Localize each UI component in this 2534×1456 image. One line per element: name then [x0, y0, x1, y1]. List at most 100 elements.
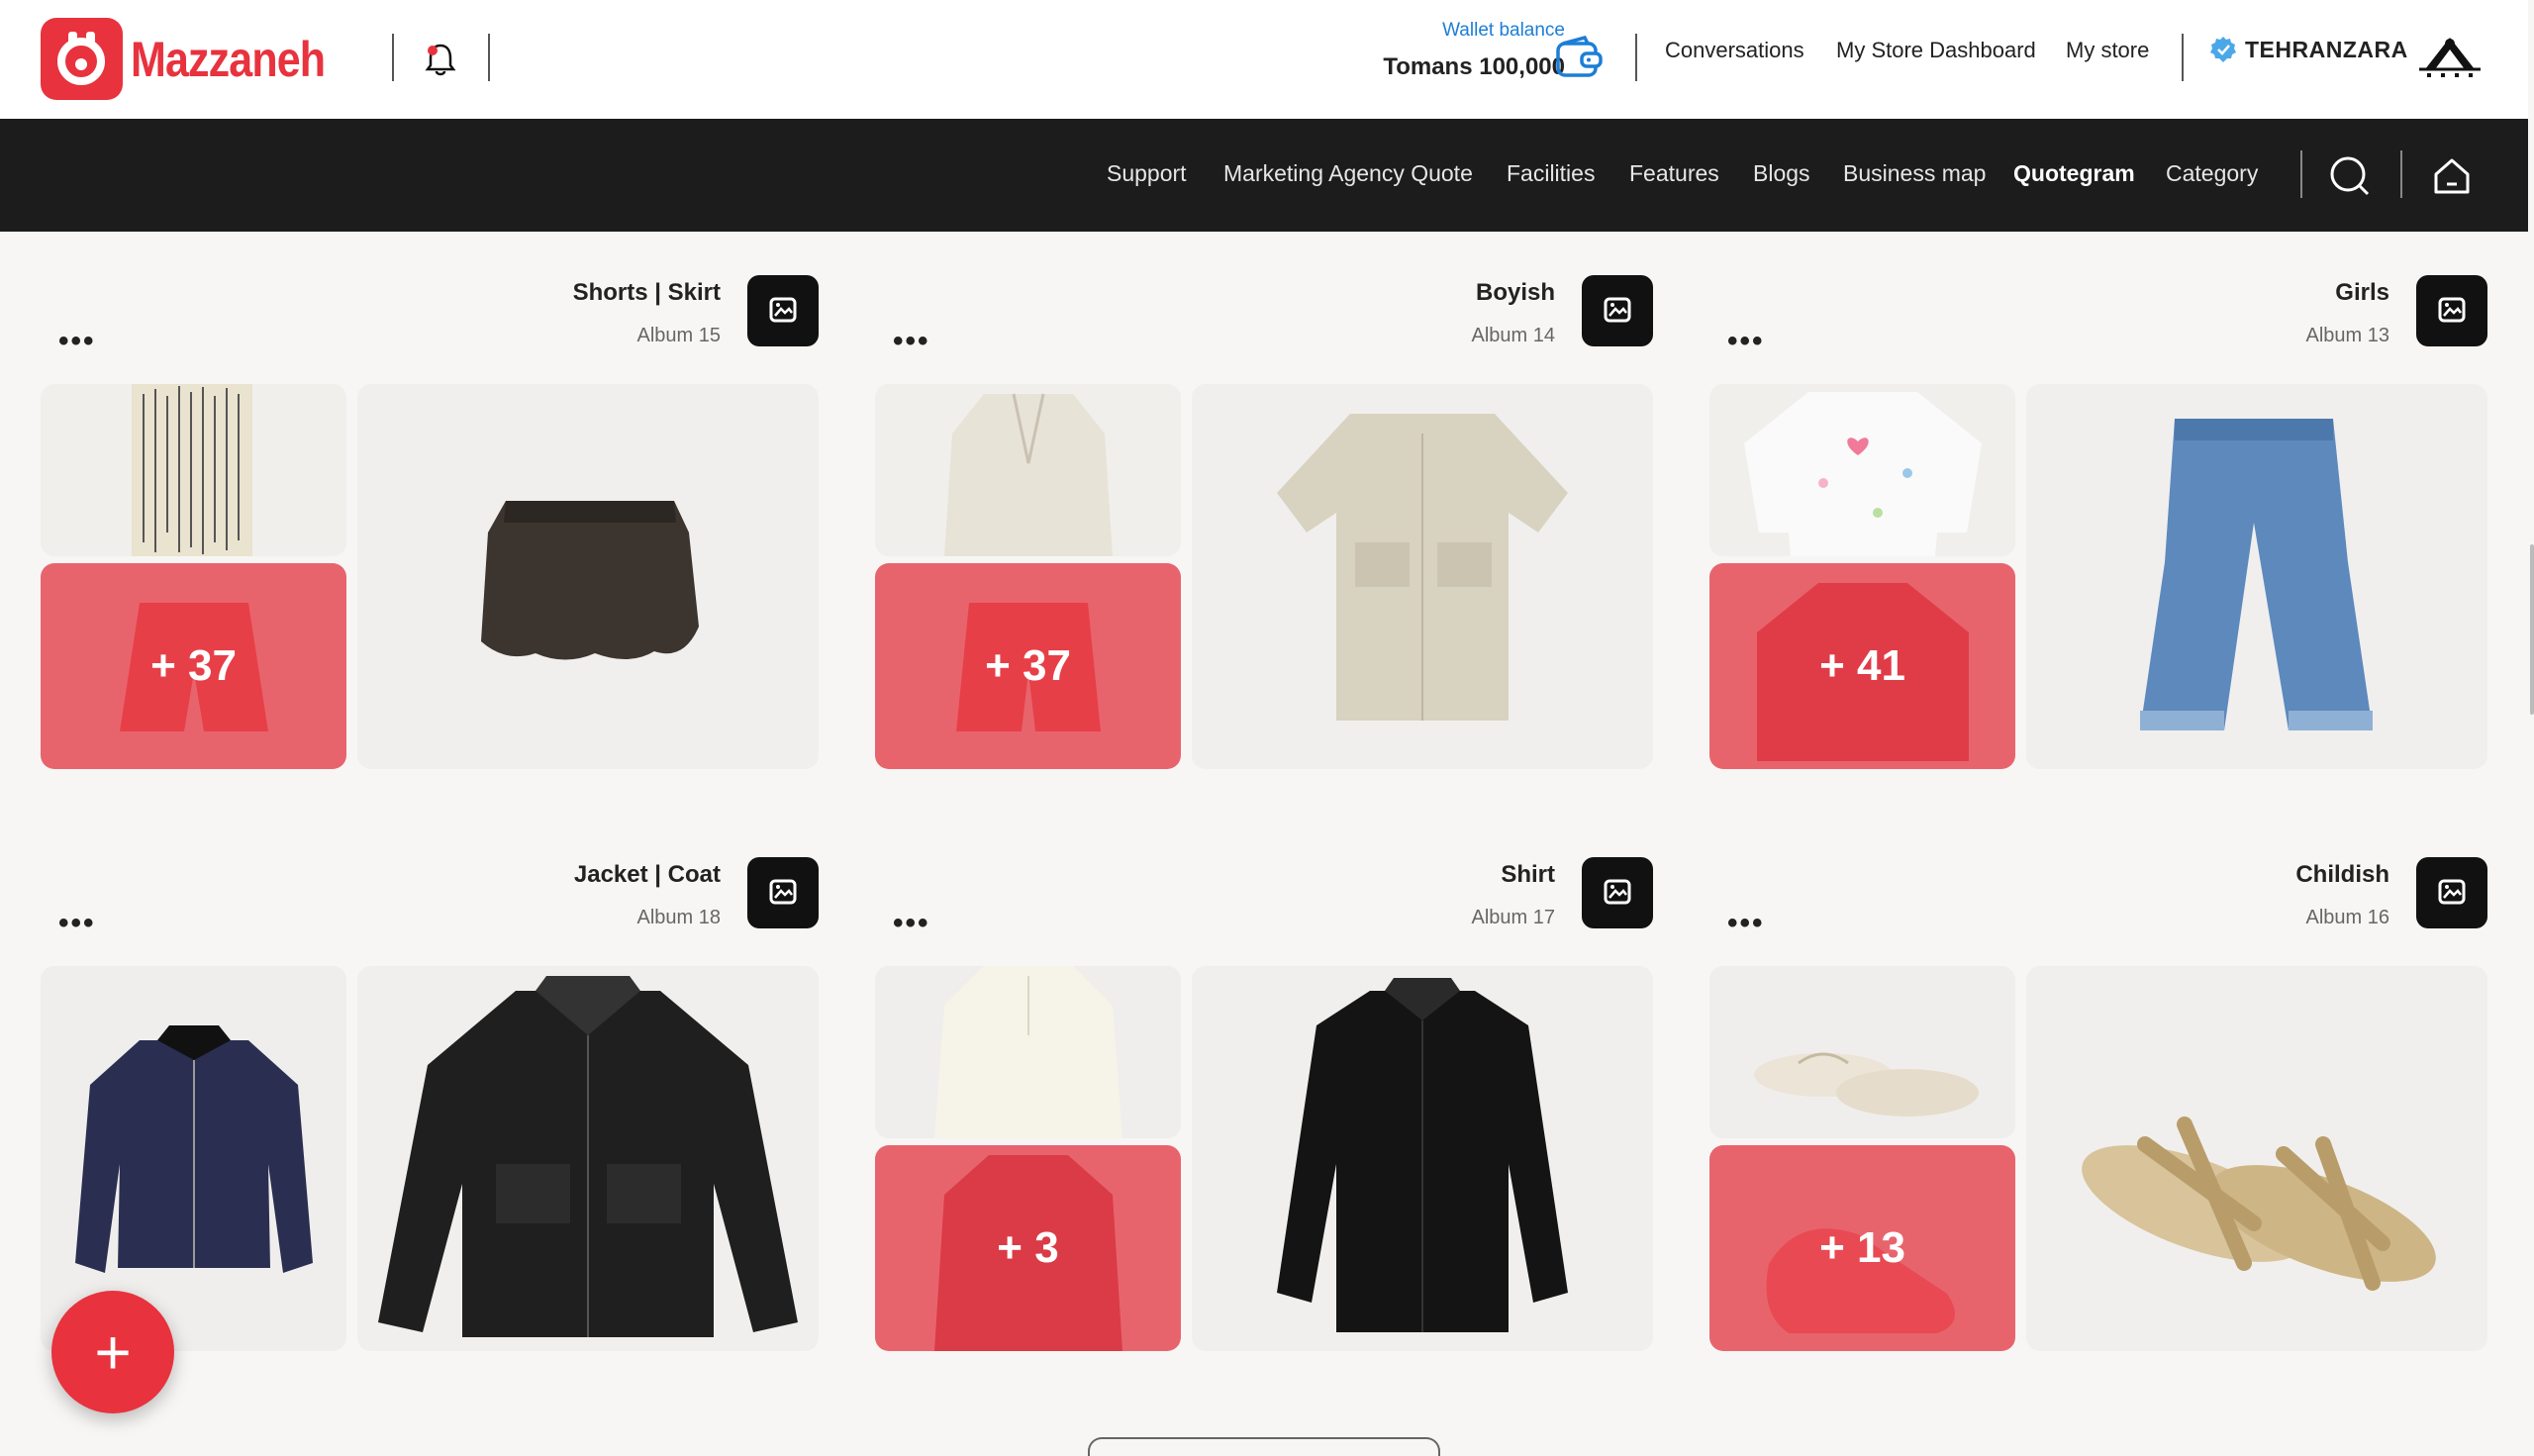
- my-store-link[interactable]: My store: [2066, 38, 2149, 63]
- album-thumbnail-more[interactable]: + 3: [875, 1145, 1181, 1351]
- black-leather-jacket-image: [357, 966, 819, 1351]
- album-thumbnail-more[interactable]: + 37: [875, 563, 1181, 769]
- album-card[interactable]: Boyish Album 14 ••• + 37: [875, 275, 1653, 769]
- more-options-icon[interactable]: •••: [58, 327, 96, 356]
- nav-blogs[interactable]: Blogs: [1753, 160, 1810, 187]
- gallery-icon: [1604, 879, 1631, 905]
- nav-category[interactable]: Category: [2166, 160, 2258, 187]
- conversations-link[interactable]: Conversations: [1665, 38, 1804, 63]
- nav-support[interactable]: Support: [1107, 160, 1187, 187]
- gold-sandals-image: [2026, 966, 2487, 1351]
- black-shirt-image: [1192, 966, 1653, 1351]
- wallet-icon[interactable]: [1555, 36, 1603, 79]
- ballet-flats-image: [1709, 966, 2015, 1138]
- top-bar: Mazzaneh Wallet balance Tomans 100,000 C…: [0, 0, 2528, 119]
- album-cover[interactable]: [1192, 966, 1653, 1351]
- more-options-icon[interactable]: •••: [893, 909, 930, 938]
- album-count: Album 17: [1471, 907, 1556, 928]
- album-card[interactable]: Jacket | Coat Album 18 •••: [41, 857, 819, 1351]
- album-cover[interactable]: [1192, 384, 1653, 769]
- album-gallery-button[interactable]: [2416, 275, 2487, 346]
- more-options-icon[interactable]: •••: [1727, 909, 1765, 938]
- wallet-label: Wallet balance: [1442, 20, 1565, 41]
- more-count-badge: + 37: [875, 563, 1181, 769]
- album-thumbnail-more[interactable]: + 41: [1709, 563, 2015, 769]
- brand-name: Mazzaneh: [131, 31, 326, 87]
- nav-features[interactable]: Features: [1629, 160, 1719, 187]
- album-card[interactable]: Shirt Album 17 ••• + 3: [875, 857, 1653, 1351]
- verified-badge-icon: [2210, 37, 2236, 62]
- blue-jeans-image: [2026, 384, 2487, 769]
- album-title: Childish: [2295, 861, 2389, 888]
- notification-bell-icon[interactable]: [421, 40, 460, 79]
- more-count-badge: + 13: [1709, 1145, 2015, 1351]
- divider: [2300, 150, 2302, 198]
- beige-blazer-image: [875, 384, 1181, 556]
- nav-marketing-agency-quote[interactable]: Marketing Agency Quote: [1223, 160, 1473, 187]
- album-thumbnail-more[interactable]: + 37: [41, 563, 346, 769]
- striped-trousers-image: [41, 384, 346, 556]
- album-gallery-button[interactable]: [747, 275, 819, 346]
- album-gallery-button[interactable]: [1582, 857, 1653, 928]
- logo-mark-icon: [41, 18, 123, 100]
- divider: [2400, 150, 2402, 198]
- wallet-balance[interactable]: Wallet balance Tomans 100,000: [1383, 20, 1565, 81]
- load-more-button[interactable]: [1088, 1437, 1440, 1456]
- search-icon[interactable]: [2328, 154, 2372, 198]
- gallery-icon: [769, 879, 797, 905]
- album-count: Album 18: [636, 907, 722, 928]
- store-logo-icon[interactable]: [2417, 34, 2483, 79]
- album-gallery-button[interactable]: [2416, 857, 2487, 928]
- home-icon[interactable]: [2430, 154, 2474, 198]
- album-thumbnail[interactable]: [1709, 966, 2015, 1138]
- gallery-icon: [1604, 297, 1631, 323]
- brown-skirt-image: [357, 384, 819, 769]
- wallet-value: 100,000: [1479, 53, 1565, 80]
- album-gallery-button[interactable]: [747, 857, 819, 928]
- album-thumbnail[interactable]: [875, 966, 1181, 1138]
- scrollbar-thumb[interactable]: [2530, 544, 2534, 715]
- album-cover[interactable]: [2026, 966, 2487, 1351]
- album-cover[interactable]: [357, 384, 819, 769]
- album-card[interactable]: Childish Album 16 ••• + 13: [1709, 857, 2487, 1351]
- album-count: Album 15: [636, 325, 722, 346]
- gallery-icon: [2438, 879, 2466, 905]
- user-account[interactable]: TEHRANZARA: [2209, 36, 2408, 63]
- album-card[interactable]: Girls Album 13 ••• + 41: [1709, 275, 2487, 769]
- main-navigation: Support Marketing Agency Quote Facilitie…: [0, 119, 2528, 232]
- wallet-currency: Tomans: [1383, 53, 1473, 80]
- album-title: Boyish: [1475, 279, 1555, 306]
- nav-business-map[interactable]: Business map: [1843, 160, 1986, 187]
- album-count: Album 16: [2305, 907, 2390, 928]
- album-cover[interactable]: [357, 966, 819, 1351]
- brand-logo[interactable]: Mazzaneh: [41, 18, 356, 100]
- username: TEHRANZARA: [2245, 36, 2408, 62]
- album-gallery-button[interactable]: [1582, 275, 1653, 346]
- album-cover[interactable]: [2026, 384, 2487, 769]
- more-count-badge: + 41: [1709, 563, 2015, 769]
- album-count: Album 14: [1471, 325, 1556, 346]
- album-thumbnail[interactable]: [1709, 384, 2015, 556]
- more-options-icon[interactable]: •••: [1727, 327, 1765, 356]
- album-thumbnail-more[interactable]: + 13: [1709, 1145, 2015, 1351]
- more-count-badge: + 3: [875, 1145, 1181, 1351]
- nav-quotegram[interactable]: Quotegram: [2013, 160, 2135, 187]
- divider: [488, 34, 490, 81]
- more-options-icon[interactable]: •••: [58, 909, 96, 938]
- store-dashboard-link[interactable]: My Store Dashboard: [1836, 38, 2036, 63]
- more-options-icon[interactable]: •••: [893, 327, 930, 356]
- divider: [392, 34, 394, 81]
- album-title: Jacket | Coat: [573, 861, 721, 888]
- beige-shirt-image: [1192, 384, 1653, 769]
- divider: [2182, 34, 2184, 81]
- nav-facilities[interactable]: Facilities: [1507, 160, 1595, 187]
- add-button[interactable]: +: [51, 1291, 174, 1413]
- album-thumbnail[interactable]: [41, 384, 346, 556]
- wallet-amount: Tomans 100,000: [1383, 53, 1565, 81]
- gallery-icon: [769, 297, 797, 323]
- album-card[interactable]: Shorts | Skirt Album 15 ••• + 37: [41, 275, 819, 769]
- album-title: Shirt: [1501, 861, 1555, 888]
- cream-polo-image: [875, 966, 1181, 1138]
- album-thumbnail[interactable]: [875, 384, 1181, 556]
- more-count-badge: + 37: [41, 563, 346, 769]
